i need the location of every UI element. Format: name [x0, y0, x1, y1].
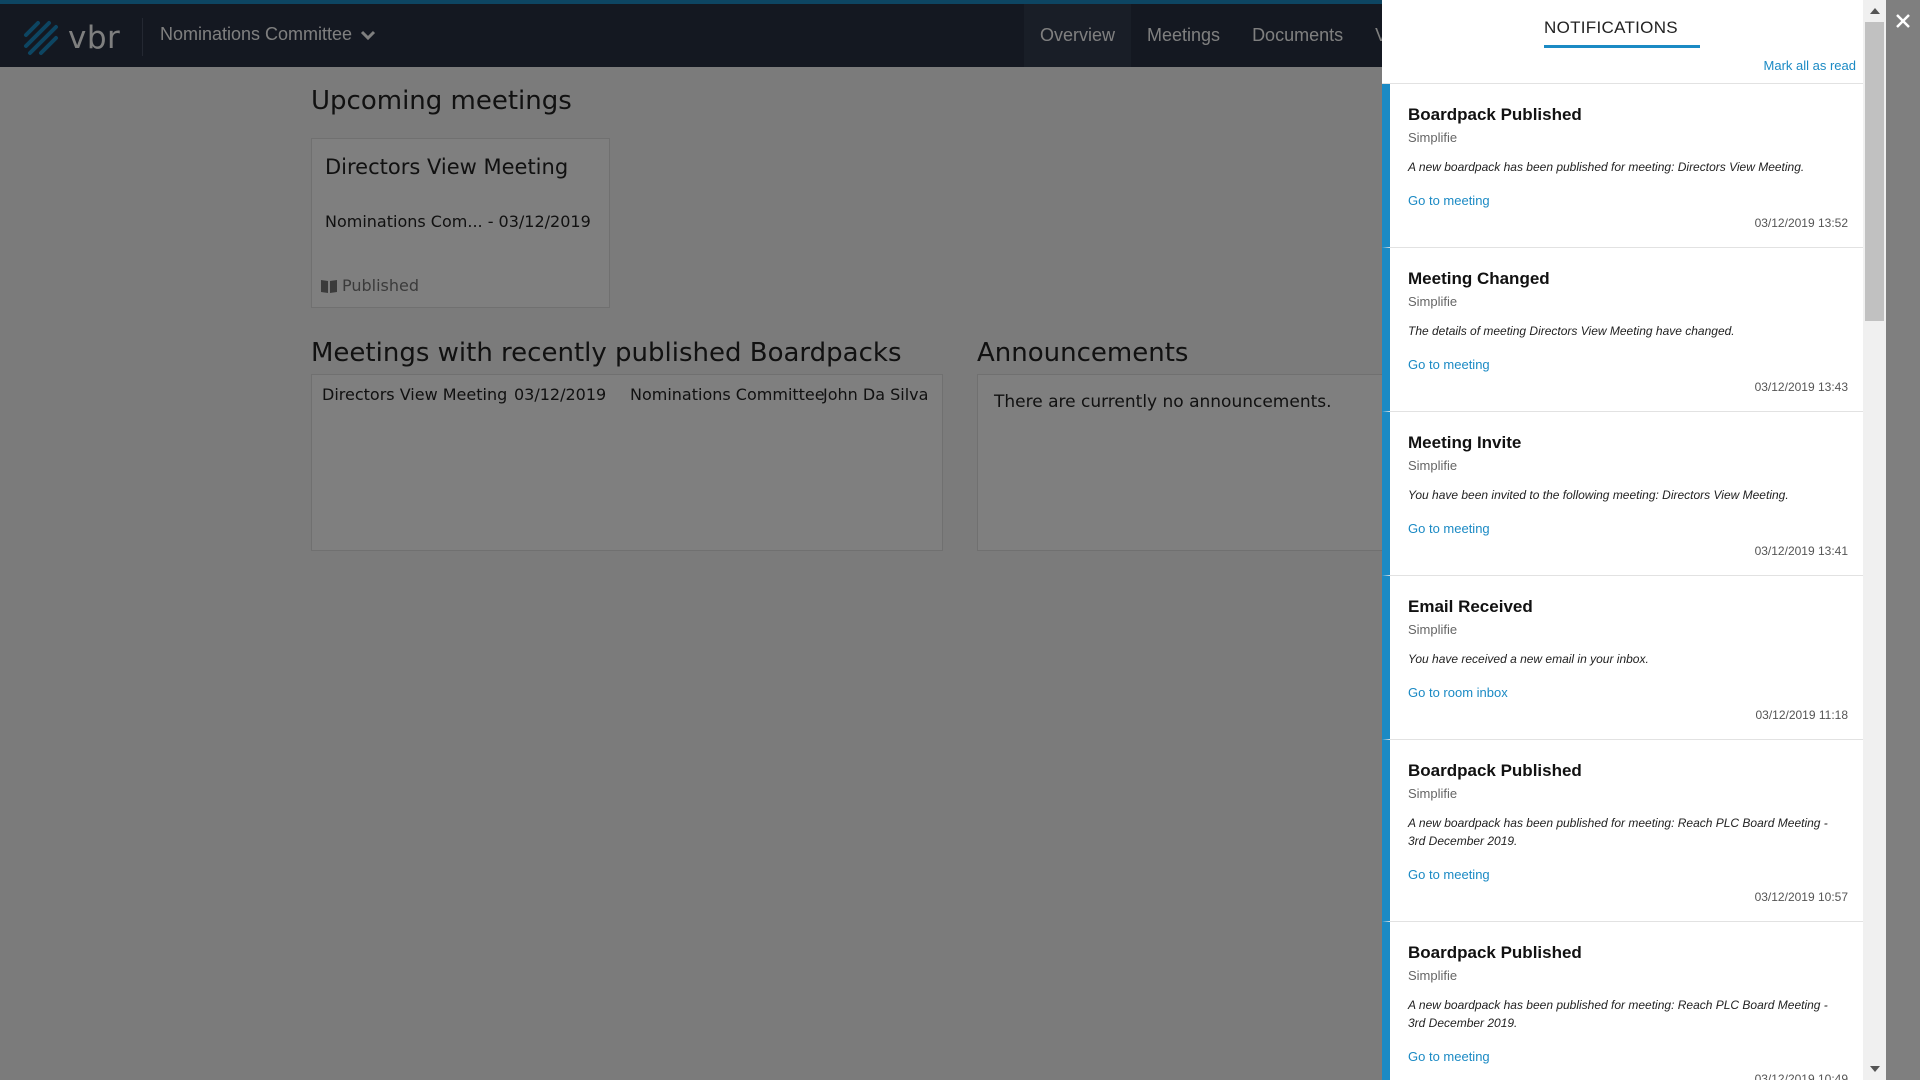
notification-body: The details of meeting Directors View Me… [1408, 324, 1735, 338]
close-icon [1896, 14, 1910, 28]
notification-time: 03/12/2019 13:41 [1754, 544, 1848, 558]
scrollbar-thumb[interactable] [1865, 22, 1884, 321]
list-item[interactable]: Email Received Simplifie You have receiv… [1382, 576, 1864, 740]
notification-title: Email Received [1408, 597, 1533, 616]
notification-link[interactable]: Go to meeting [1408, 521, 1490, 536]
scroll-down-button[interactable] [1863, 1058, 1886, 1080]
notification-time: 03/12/2019 13:43 [1754, 380, 1848, 394]
list-item[interactable]: Meeting Invite Simplifie You have been i… [1382, 412, 1864, 576]
notification-source: Simplifie [1408, 130, 1458, 145]
notification-link[interactable]: Go to meeting [1408, 867, 1490, 882]
notifications-header: NOTIFICATIONS Mark all as read [1382, 0, 1864, 84]
notification-body: A new boardpack has been published for m… [1408, 160, 1805, 174]
notification-link[interactable]: Go to meeting [1408, 357, 1490, 372]
notification-source: Simplifie [1408, 622, 1458, 637]
notification-source: Simplifie [1408, 294, 1458, 309]
caret-down-icon [1869, 1066, 1880, 1072]
notification-source: Simplifie [1408, 968, 1458, 983]
notification-title: Boardpack Published [1408, 761, 1582, 780]
list-item[interactable]: Meeting Changed Simplifie The details of… [1382, 248, 1864, 412]
notifications-title-underline [1544, 45, 1700, 48]
close-strip [1886, 0, 1920, 1080]
list-item[interactable]: Boardpack Published Simplifie A new boar… [1382, 740, 1864, 922]
notification-body: You have been invited to the following m… [1408, 488, 1789, 502]
notification-source: Simplifie [1408, 458, 1458, 473]
notification-time: 03/12/2019 13:52 [1754, 216, 1848, 230]
notification-body: You have received a new email in your in… [1408, 652, 1649, 666]
notification-title: Boardpack Published [1408, 943, 1582, 962]
notification-source: Simplifie [1408, 786, 1458, 801]
notification-title: Meeting Invite [1408, 433, 1522, 452]
notifications-title[interactable]: NOTIFICATIONS [1544, 18, 1678, 38]
notification-link[interactable]: Go to room inbox [1408, 685, 1508, 700]
notifications-scrollbar[interactable] [1863, 0, 1886, 1080]
notification-title: Boardpack Published [1408, 105, 1582, 124]
mark-all-read-link[interactable]: Mark all as read [1764, 58, 1856, 73]
notification-time: 03/12/2019 10:57 [1754, 890, 1848, 904]
notifications-list: Boardpack Published Simplifie A new boar… [1382, 84, 1864, 1080]
notification-time: 03/12/2019 11:18 [1755, 708, 1848, 722]
notification-body: A new boardpack has been published for m… [1408, 998, 1828, 1030]
close-button[interactable] [1889, 4, 1917, 38]
notification-title: Meeting Changed [1408, 269, 1550, 288]
notifications-panel: NOTIFICATIONS Mark all as read Boardpack… [1382, 0, 1886, 1080]
notification-body: A new boardpack has been published for m… [1408, 816, 1828, 848]
notification-link[interactable]: Go to meeting [1408, 1049, 1490, 1064]
notification-time: 03/12/2019 10:49 [1754, 1072, 1848, 1080]
list-item[interactable]: Boardpack Published Simplifie A new boar… [1382, 922, 1864, 1080]
list-item[interactable]: Boardpack Published Simplifie A new boar… [1382, 84, 1864, 248]
notification-link[interactable]: Go to meeting [1408, 193, 1490, 208]
caret-up-icon [1869, 8, 1880, 14]
modal-backdrop[interactable] [0, 0, 1382, 1080]
scroll-up-button[interactable] [1863, 0, 1886, 22]
